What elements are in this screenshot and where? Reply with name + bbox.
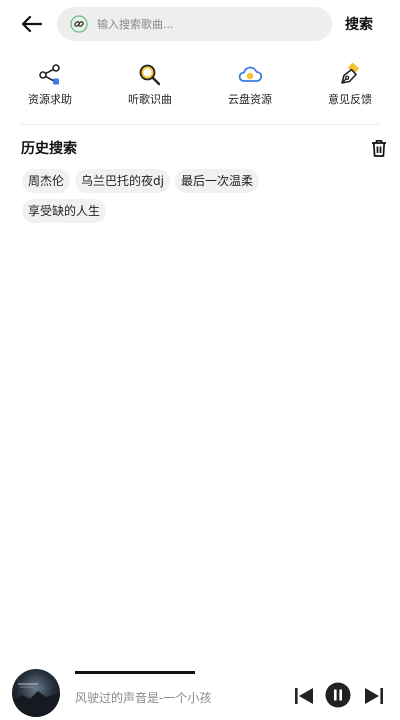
skip-next-icon [365,688,383,704]
trash-icon [372,139,386,157]
arrow-left-icon [21,15,42,33]
mini-player[interactable]: 风驶过的声音是-一个小孩 [0,666,400,720]
history-chip[interactable]: 周杰伦 [22,169,71,193]
quick-action-song-recognition[interactable]: 听歌识曲 [105,60,195,110]
skip-previous-icon [295,688,313,704]
play-pause-button[interactable] [325,682,351,708]
search-input[interactable] [97,7,322,41]
quick-action-label: 听歌识曲 [128,93,172,106]
history-chip[interactable]: 享受缺的人生 [22,199,107,223]
clear-history-button[interactable] [370,138,388,158]
history-chip[interactable]: 最后一次温柔 [174,169,259,193]
pen-feedback-icon [341,62,359,84]
history-title: 历史搜索 [21,141,77,157]
quick-actions: 资源求助 听歌识曲 云盘资源 意见反馈 [0,60,400,110]
divider [20,124,380,125]
now-playing-title: 风驶过的声音是-一个小孩 [75,691,212,705]
share-nodes-icon [39,64,60,85]
previous-button[interactable] [292,684,316,708]
pause-icon [325,682,351,708]
history-chips: 周杰伦 乌兰巴托的夜dj 最后一次温柔 享受缺的人生 [22,169,382,229]
search-box[interactable] [57,7,332,41]
history-chip[interactable]: 乌兰巴托的夜dj [75,169,170,193]
search-button[interactable]: 搜索 [345,14,373,34]
quick-action-feedback[interactable]: 意见反馈 [305,60,395,110]
album-cover[interactable] [12,669,60,717]
album-art-image [12,669,60,717]
cloud-icon [238,66,263,82]
back-button[interactable] [16,10,46,38]
link-icon [70,15,88,33]
quick-action-label: 资源求助 [28,93,72,106]
next-button[interactable] [362,684,386,708]
quick-action-resource-help[interactable]: 资源求助 [5,60,95,110]
quick-action-cloud-resource[interactable]: 云盘资源 [205,60,295,110]
magnifier-icon [139,64,161,86]
quick-action-label: 意见反馈 [328,93,372,106]
quick-action-label: 云盘资源 [228,93,272,106]
top-bar: 搜索 [0,0,400,48]
playback-progress-bar [75,671,195,674]
